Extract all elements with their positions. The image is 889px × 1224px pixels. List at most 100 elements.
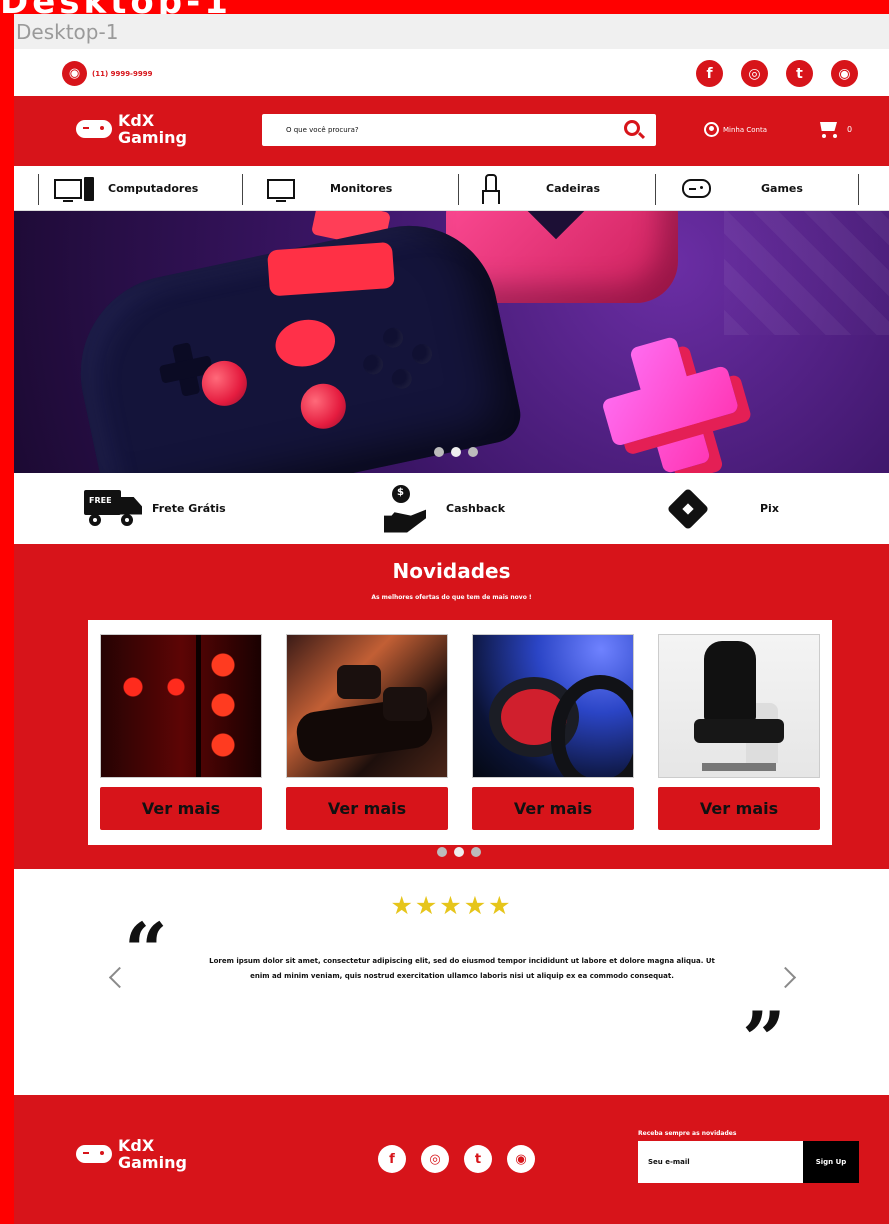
user-icon [704, 122, 719, 137]
product-image-gaming-desk[interactable] [286, 634, 448, 778]
whatsapp-icon[interactable]: ◉ [831, 60, 858, 87]
benefits-bar: FREE Frete Grátis Cashback Pix [14, 473, 889, 544]
category-cadeiras[interactable]: Cadeiras [481, 166, 657, 211]
phone-number: (11) 9999-9999 [92, 69, 153, 78]
category-label: Monitores [330, 182, 393, 195]
search-bar [262, 114, 656, 146]
controller-touchpad [271, 314, 340, 372]
monitor-icon [267, 178, 295, 202]
product-image-gaming-chair[interactable] [658, 634, 820, 778]
twitter-icon[interactable]: t [464, 1145, 492, 1173]
pix-icon [664, 485, 712, 533]
brand-line-2: Gaming [118, 1153, 187, 1172]
controller-right-stick [296, 379, 350, 433]
feature-label: Cashback [446, 502, 506, 515]
carousel-dot[interactable] [468, 447, 478, 457]
newsletter-label: Receba sempre as novidades [638, 1130, 737, 1137]
product-card: Ver mais [472, 634, 634, 832]
product-image-gaming-pc[interactable] [100, 634, 262, 778]
product-card: Ver mais [286, 634, 448, 832]
next-testimonial-button[interactable] [781, 967, 797, 983]
phone-contact[interactable]: ◉ (11) 9999-9999 [62, 61, 152, 86]
brand-line-2: Gaming [118, 128, 187, 147]
products-carousel-dots [437, 847, 481, 857]
gamepad-icon [682, 179, 711, 198]
category-label: Games [761, 182, 803, 195]
category-computadores[interactable]: Computadores [54, 166, 242, 211]
top-bar: ◉ (11) 9999-9999 f ◎ t ◉ [14, 49, 889, 96]
category-divider [242, 174, 243, 205]
carousel-dot[interactable] [434, 447, 444, 457]
quote-open-icon: “ [124, 906, 168, 995]
computer-tower-icon [84, 176, 94, 201]
carousel-dot-active[interactable] [454, 847, 464, 857]
category-games[interactable]: Games [682, 166, 858, 211]
product-image-gaming-headset[interactable] [472, 634, 634, 778]
account-label: Minha Conta [723, 125, 768, 134]
controller-button [381, 325, 405, 350]
news-section: Novidades As melhores ofertas do que tem… [14, 544, 889, 869]
gamepad-logo-icon [76, 1145, 112, 1163]
feature-label: Pix [760, 502, 779, 515]
category-divider [38, 174, 39, 205]
frame-label: Desktop-1 [16, 20, 119, 44]
brand-name: KdX Gaming [118, 1137, 187, 1171]
controller-button [410, 342, 434, 366]
previous-testimonial-button[interactable] [108, 967, 124, 983]
feature-pix: Pix [664, 473, 779, 544]
category-nav: Computadores Monitores Cadeiras Games [14, 166, 889, 211]
chair-icon [481, 173, 500, 204]
see-more-button[interactable]: Ver mais [658, 787, 820, 830]
instagram-icon[interactable]: ◎ [741, 60, 768, 87]
feature-label: Frete Grátis [152, 502, 226, 515]
section-subtitle: As melhores ofertas do que tem de mais n… [371, 594, 532, 601]
whatsapp-icon[interactable]: ◉ [507, 1145, 535, 1173]
brand-name: KdX Gaming [118, 112, 187, 146]
newsletter-form: Sign Up [638, 1141, 859, 1183]
sign-up-button[interactable]: Sign Up [803, 1141, 859, 1183]
section-title: Novidades [392, 559, 511, 583]
see-more-button[interactable]: Ver mais [472, 787, 634, 830]
product-card: Ver mais [100, 634, 262, 832]
category-divider [858, 174, 859, 205]
hero-game-controller [62, 211, 526, 473]
cashback-icon [384, 484, 426, 533]
header-logo[interactable]: KdX Gaming [76, 112, 187, 146]
cart-button[interactable]: 0 [816, 118, 852, 140]
testimonial-section: ★★★★★ “ Lorem ipsum dolor sit amet, cons… [14, 869, 889, 1095]
whatsapp-icon: ◉ [62, 61, 87, 86]
see-more-button[interactable]: Ver mais [286, 787, 448, 830]
twitter-icon[interactable]: t [786, 60, 813, 87]
email-input[interactable] [638, 1141, 803, 1183]
search-input[interactable] [262, 114, 622, 146]
category-divider [655, 174, 656, 205]
footer-social-links: f ◎ t ◉ [378, 1145, 535, 1173]
carousel-dot[interactable] [471, 847, 481, 857]
footer-logo[interactable]: KdX Gaming [76, 1137, 187, 1171]
feature-free-shipping: FREE Frete Grátis [84, 473, 226, 544]
facebook-icon[interactable]: f [696, 60, 723, 87]
computer-monitor-icon [54, 178, 82, 202]
canvas-title: Desktop-1 [0, 0, 232, 22]
search-icon[interactable] [624, 120, 640, 136]
desktop-page: ◉ (11) 9999-9999 f ◎ t ◉ KdX Gaming Minh… [14, 49, 889, 1224]
product-carousel: Ver mais Ver mais Ver mais Ver mais [88, 620, 832, 845]
hero-carousel-dots [434, 447, 478, 457]
carousel-dot[interactable] [437, 847, 447, 857]
see-more-button[interactable]: Ver mais [100, 787, 262, 830]
category-divider [458, 174, 459, 205]
category-monitores[interactable]: Monitores [267, 166, 463, 211]
hero-carousel[interactable] [14, 211, 889, 473]
account-link[interactable]: Minha Conta [704, 122, 767, 137]
top-social-links: f ◎ t ◉ [696, 60, 858, 87]
feature-cashback: Cashback [384, 473, 505, 544]
main-header: KdX Gaming Minha Conta 0 [14, 96, 889, 166]
gamepad-logo-icon [76, 120, 112, 138]
instagram-icon[interactable]: ◎ [421, 1145, 449, 1173]
carousel-dot-active[interactable] [451, 447, 461, 457]
free-delivery-icon: FREE [84, 489, 142, 528]
controller-button [389, 366, 414, 391]
facebook-icon[interactable]: f [378, 1145, 406, 1173]
category-label: Cadeiras [546, 182, 600, 195]
cart-icon [816, 118, 842, 140]
